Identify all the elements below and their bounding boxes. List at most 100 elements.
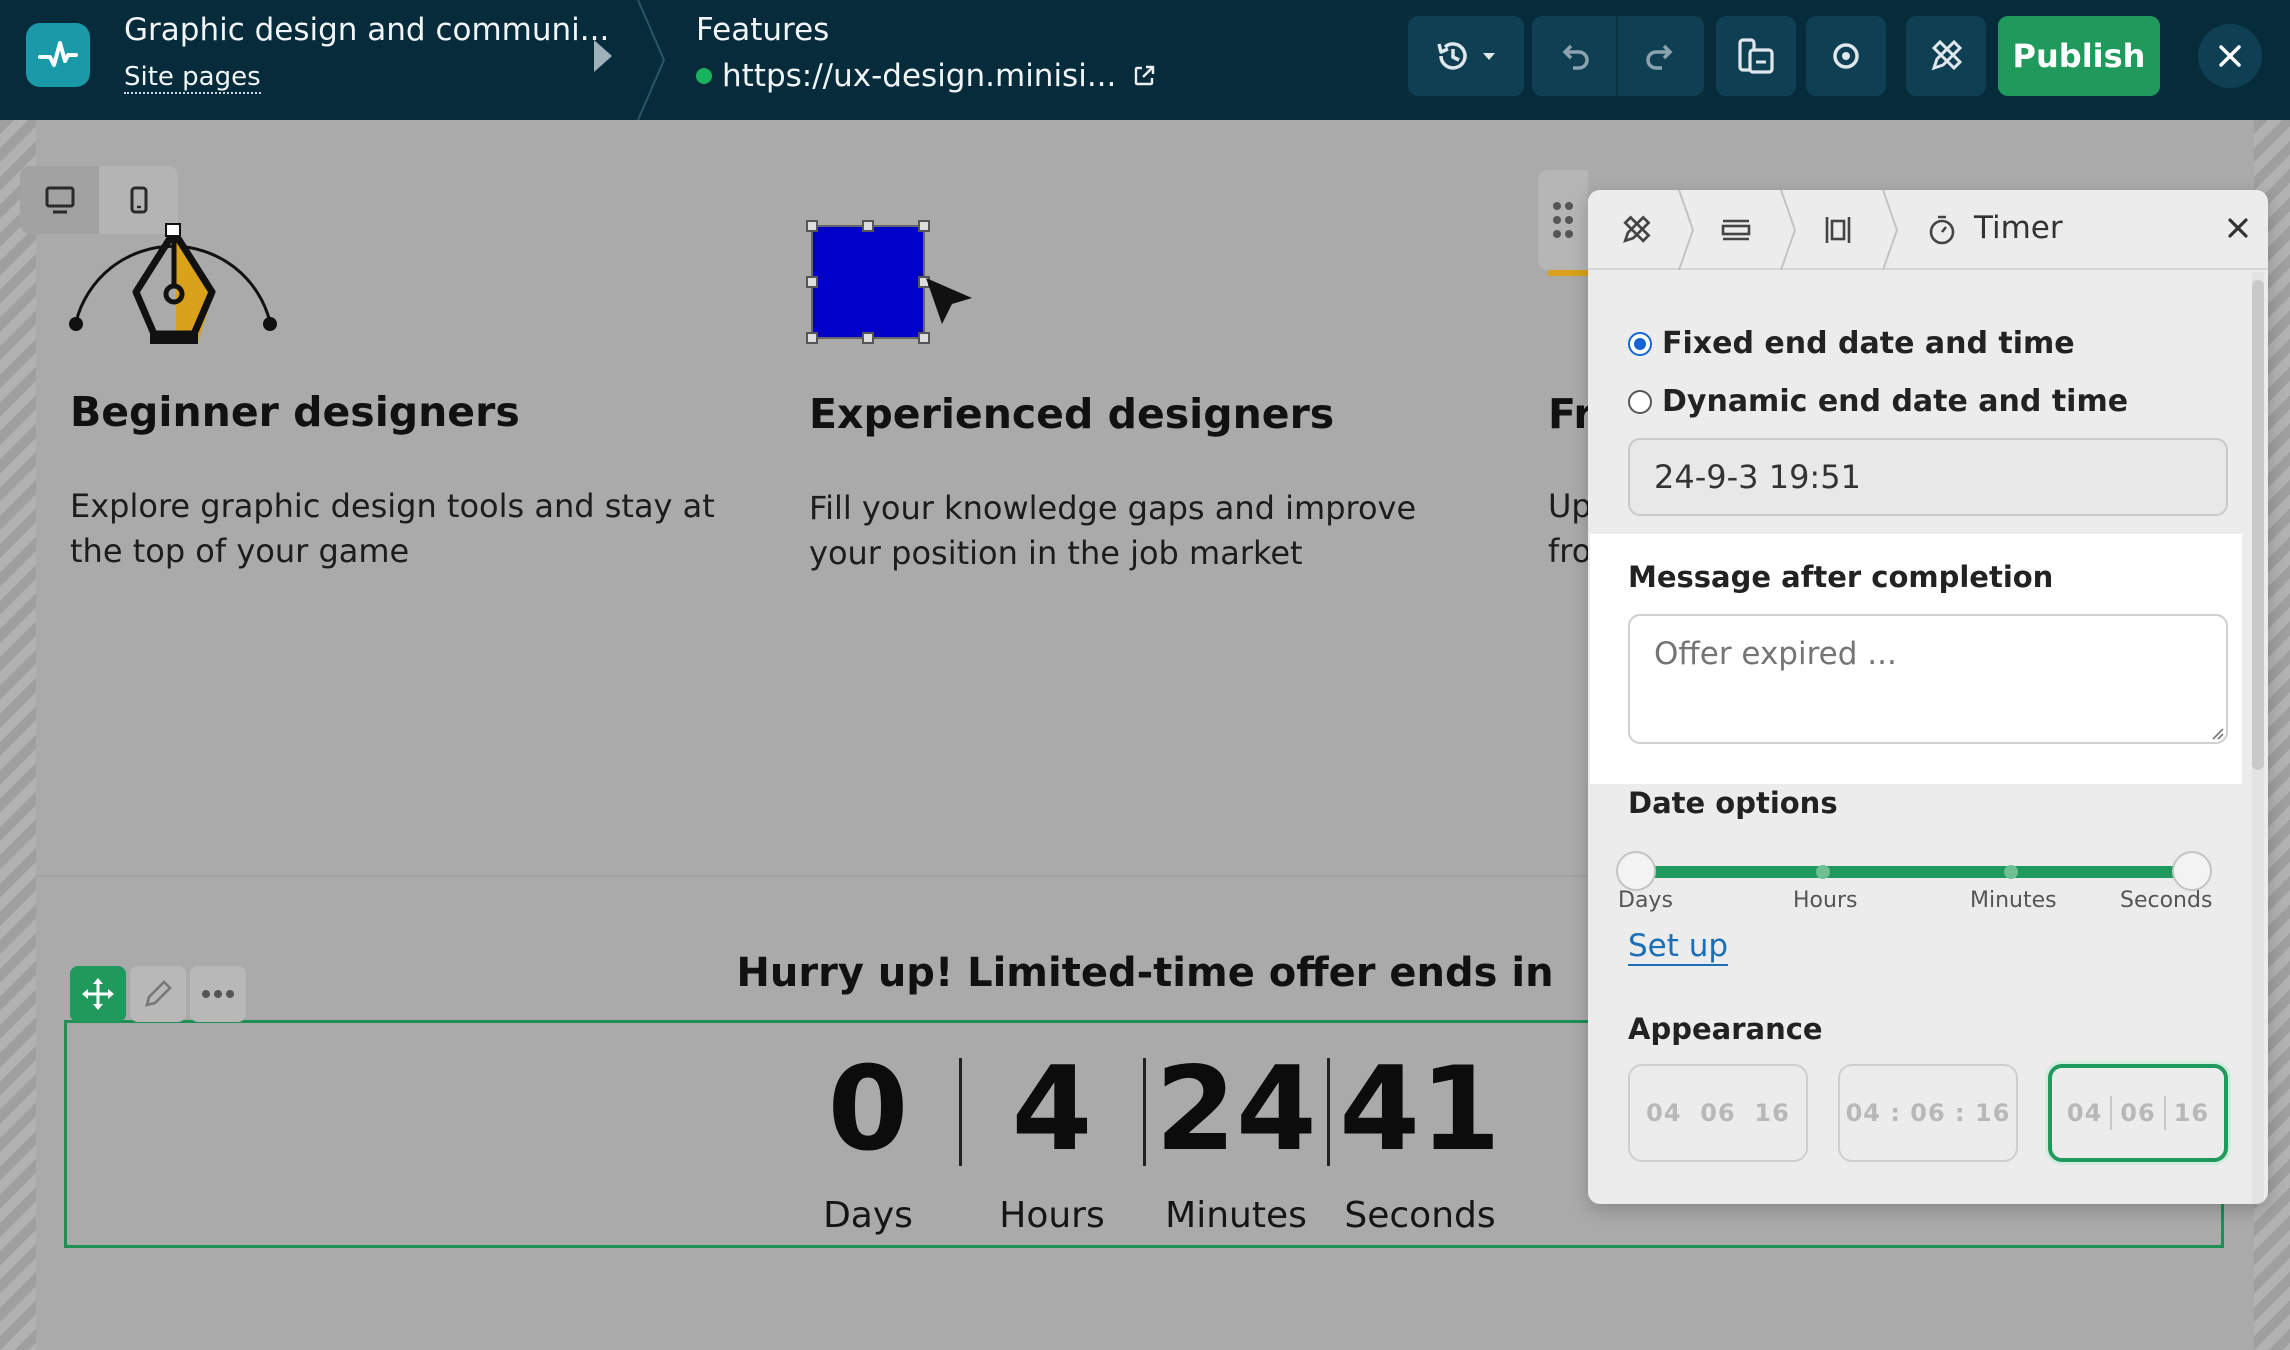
more-dots-icon xyxy=(202,990,234,998)
ap-seconds: 16 xyxy=(1754,1099,1790,1127)
grip-dots-icon xyxy=(1553,202,1573,238)
chevron-down-icon xyxy=(1483,53,1495,60)
timer-seconds-label: Seconds xyxy=(1344,1195,1496,1236)
app-logo[interactable] xyxy=(26,23,90,87)
panel-breadcrumb: Timer xyxy=(1588,190,2268,270)
panel-title: Timer xyxy=(1974,210,2063,246)
slider-tick xyxy=(1816,865,1830,879)
pencil-icon xyxy=(145,980,172,1007)
selected-square-cursor-icon xyxy=(806,220,972,344)
radio-dynamic-button[interactable] xyxy=(1628,389,1652,414)
slider-start-handle[interactable] xyxy=(1616,851,1656,891)
feature-title: Fr xyxy=(1548,390,1594,438)
block-toolbar xyxy=(70,966,246,1022)
pencil-ruler-icon xyxy=(1623,215,1651,243)
site-title[interactable]: Graphic design and communi... xyxy=(124,12,609,48)
timer-hours-label: Hours xyxy=(999,1195,1105,1236)
close-icon xyxy=(2219,45,2241,67)
external-link-icon[interactable] xyxy=(1132,64,1156,88)
appearance-option-colon[interactable]: 04 : 06 : 16 xyxy=(1838,1064,2018,1162)
ap-seconds: 16 xyxy=(2173,1099,2210,1127)
section-icon xyxy=(1721,219,1751,241)
editor-topbar: Graphic design and communi... Site pages… xyxy=(0,0,2290,120)
publish-button[interactable]: Publish xyxy=(1998,16,2160,96)
move-block-button[interactable] xyxy=(70,966,126,1022)
timer-hours-value: 4 xyxy=(1011,1042,1093,1177)
radio-fixed-end[interactable]: Fixed end date and time xyxy=(1628,326,2075,361)
monitor-icon xyxy=(45,186,74,214)
phone-icon xyxy=(130,186,147,214)
breadcrumb-chevron xyxy=(1678,190,1695,270)
undo-button[interactable] xyxy=(1532,16,1618,96)
radio-fixed-label: Fixed end date and time xyxy=(1662,326,2075,361)
slider-tick-label: Days xyxy=(1618,888,1673,913)
history-icon xyxy=(1437,42,1467,70)
block-tab[interactable] xyxy=(1808,190,1868,270)
design-tab[interactable] xyxy=(1606,190,1666,270)
block-icon xyxy=(1825,217,1851,243)
design-settings-button[interactable] xyxy=(1906,16,1986,96)
undo-icon xyxy=(1562,44,1589,70)
more-options-button[interactable] xyxy=(190,966,246,1022)
ap-minutes: 06 xyxy=(1700,1099,1736,1127)
redo-button[interactable] xyxy=(1618,16,1704,96)
appearance-option-plain[interactable]: 04 06 16 xyxy=(1628,1064,1808,1162)
radio-dynamic-end[interactable]: Dynamic end date and time xyxy=(1628,384,2128,419)
timer-seconds-value: 41 xyxy=(1339,1042,1501,1177)
timer-tab[interactable] xyxy=(1912,190,1972,270)
undo-redo-group xyxy=(1532,16,1704,96)
feature-description: Up fro xyxy=(1548,487,1588,570)
mobile-apps-button[interactable] xyxy=(1716,16,1796,96)
page-url[interactable]: https://ux-design.minisi... xyxy=(696,58,1156,94)
edit-block-button[interactable] xyxy=(130,966,186,1022)
pen-tool-icon xyxy=(69,223,277,344)
pencil-ruler-icon xyxy=(1931,39,1963,71)
page-url-text[interactable]: https://ux-design.minisi... xyxy=(722,58,1116,94)
section-tab[interactable] xyxy=(1706,190,1766,270)
end-date-input[interactable] xyxy=(1628,438,2228,516)
preview-button[interactable] xyxy=(1806,16,1886,96)
close-icon xyxy=(2228,218,2248,238)
timer-days-value: 0 xyxy=(827,1042,909,1177)
appearance-label: Appearance xyxy=(1628,1012,1823,1046)
close-editor-button[interactable] xyxy=(2198,24,2262,88)
move-arrows-icon xyxy=(82,978,114,1010)
feature-title: Beginner designers xyxy=(70,388,520,436)
pulse-logo-icon xyxy=(38,41,78,67)
date-options-slider-track[interactable] xyxy=(1634,866,2194,878)
drag-handle[interactable] xyxy=(1538,170,1588,270)
ap-hours: 04 xyxy=(1646,1099,1682,1127)
ap-divider xyxy=(2110,1096,2113,1130)
ap-colon-text: 04 : 06 : 16 xyxy=(1845,1099,2011,1127)
message-label: Message after completion xyxy=(1628,560,2054,594)
feature-description: Fill your knowledge gaps and improve you… xyxy=(809,489,1417,572)
appearance-option-divider[interactable]: 04 06 16 xyxy=(2048,1064,2228,1162)
slider-tick-label: Hours xyxy=(1793,888,1858,913)
redo-icon xyxy=(1646,44,1673,70)
breadcrumb-chevron xyxy=(1780,190,1797,270)
timer-days-label: Days xyxy=(823,1195,913,1236)
stopwatch-icon xyxy=(1929,215,1955,245)
page-name[interactable]: Features xyxy=(696,12,829,48)
panel-close-button[interactable] xyxy=(2224,214,2252,246)
slider-tick-label: Minutes xyxy=(1970,888,2057,913)
feature-title: Experienced designers xyxy=(809,390,1335,438)
radio-dynamic-label: Dynamic end date and time xyxy=(1662,384,2129,419)
ap-hours: 04 xyxy=(2066,1099,2103,1127)
set-up-link[interactable]: Set up xyxy=(1628,928,1729,966)
history-button[interactable] xyxy=(1408,16,1524,96)
panel-scroll-thumb[interactable] xyxy=(2252,280,2264,770)
slider-tick-label: Seconds xyxy=(2120,888,2213,913)
completion-message-textarea[interactable] xyxy=(1628,614,2228,744)
slider-end-handle[interactable] xyxy=(2172,851,2212,891)
caret-right-icon[interactable] xyxy=(594,40,612,72)
radio-fixed-button[interactable] xyxy=(1628,331,1652,356)
devices-icon xyxy=(1738,38,1774,74)
feature-description: Explore graphic design tools and stay at… xyxy=(70,487,715,570)
timer-settings-panel: Timer Fixed end date and time Dynamic en… xyxy=(1588,190,2268,1204)
date-options-label: Date options xyxy=(1628,786,1838,820)
resize-grip-icon[interactable] xyxy=(2210,726,2224,740)
canvas-left-margin xyxy=(0,120,36,1350)
site-pages-link[interactable]: Site pages xyxy=(124,62,261,94)
timer-minutes-label: Minutes xyxy=(1165,1195,1307,1236)
